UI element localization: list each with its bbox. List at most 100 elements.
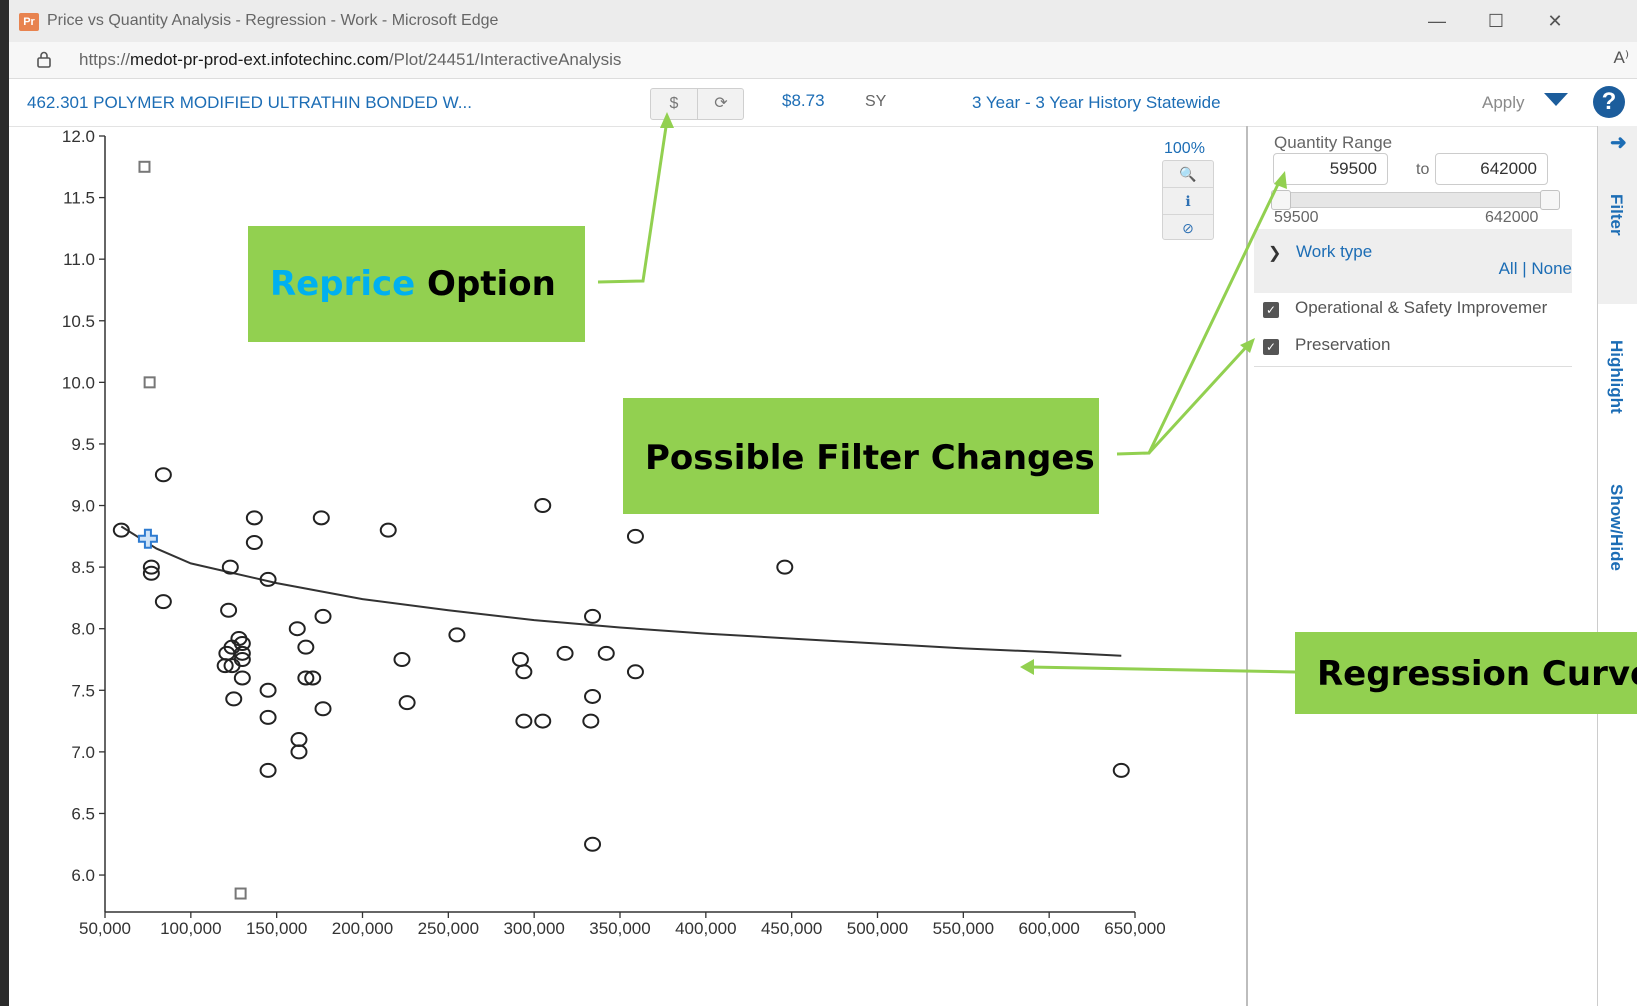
x-tick-label: 100,000 — [160, 919, 221, 938]
address-bar[interactable]: https://medot-pr-prod-ext.infotechinc.co… — [9, 42, 1637, 79]
reprice-callout: Reprice Option — [248, 226, 585, 342]
tab-highlight[interactable]: Highlight — [1606, 340, 1626, 414]
data-point[interactable] — [1112, 762, 1130, 778]
reset-icon[interactable]: ⊘ — [1163, 215, 1213, 241]
help-icon[interactable]: ? — [1593, 86, 1625, 118]
arrow-right-icon[interactable]: ➜ — [1610, 130, 1627, 155]
option-word: Option — [415, 264, 556, 304]
data-point[interactable] — [220, 602, 238, 618]
chart-svg: 6.0 6.5 7.0 7.5 8.0 8.5 9.0 9.5 10.0 10.5 11.0 11.5… — [62, 127, 1166, 938]
data-point[interactable] — [584, 836, 602, 852]
data-point[interactable] — [534, 498, 552, 514]
tab-filter[interactable]: Filter — [1606, 194, 1626, 236]
data-point[interactable] — [626, 528, 644, 544]
close-button[interactable]: ✕ — [1540, 10, 1570, 32]
data-point[interactable] — [290, 732, 308, 748]
current-price-marker[interactable] — [137, 528, 158, 549]
data-point[interactable] — [225, 691, 243, 707]
data-point[interactable] — [297, 639, 315, 655]
slider-max-handle[interactable] — [1540, 190, 1560, 210]
y-tick-label: 11.0 — [63, 250, 95, 269]
history-link[interactable]: 3 Year - 3 Year History Statewide — [972, 93, 1221, 113]
data-point[interactable] — [312, 510, 330, 526]
x-tick-label: 450,000 — [761, 919, 822, 938]
reprice-word: Reprice — [270, 264, 416, 304]
data-point[interactable] — [233, 670, 251, 686]
data-point[interactable] — [393, 651, 411, 667]
unit-label: SY — [865, 93, 887, 110]
maximize-button[interactable]: ☐ — [1481, 10, 1511, 32]
data-point[interactable] — [582, 713, 600, 729]
x-tick-label: 50,000 — [79, 919, 131, 938]
x-tick-label: 550,000 — [933, 919, 994, 938]
lock-icon[interactable] — [35, 50, 53, 68]
zoom-icon[interactable]: 🔍 — [1163, 161, 1213, 188]
panel-divider[interactable] — [1246, 126, 1248, 1006]
reprice-button[interactable]: $ — [651, 89, 697, 119]
chevron-down-icon[interactable]: ❯ — [1268, 243, 1281, 263]
data-point[interactable] — [259, 709, 277, 725]
price-link[interactable]: $8.73 — [782, 91, 825, 111]
outlier-point[interactable] — [234, 887, 247, 900]
tab-show-hide[interactable]: Show/Hide — [1606, 484, 1626, 571]
quantity-min-input[interactable] — [1273, 153, 1388, 185]
info-icon[interactable]: ℹ — [1163, 188, 1213, 215]
x-tick-label: 400,000 — [675, 919, 736, 938]
checkbox-icon[interactable]: ✓ — [1263, 339, 1279, 355]
data-point[interactable] — [511, 651, 529, 667]
outlier-point[interactable] — [143, 376, 156, 389]
x-tick-label: 300,000 — [503, 919, 564, 938]
data-point[interactable] — [776, 559, 794, 575]
data-point[interactable] — [154, 467, 172, 483]
work-type-option[interactable]: ✓ Preservation — [1263, 335, 1583, 363]
quantity-max-input[interactable] — [1435, 153, 1548, 185]
data-point[interactable] — [448, 627, 466, 643]
zoom-controls: 🔍 ℹ ⊘ — [1162, 160, 1214, 240]
data-point[interactable] — [626, 664, 644, 680]
data-point[interactable] — [379, 522, 397, 538]
minimize-button[interactable]: — — [1422, 10, 1452, 32]
data-point[interactable] — [245, 510, 263, 526]
read-aloud-icon[interactable]: A⁾ — [1613, 48, 1629, 68]
dropdown-caret-icon[interactable] — [1544, 93, 1568, 106]
data-point[interactable] — [314, 701, 332, 717]
apply-button[interactable]: Apply — [1482, 93, 1525, 113]
title-bar: Pr Price vs Quantity Analysis - Regressi… — [9, 0, 1637, 42]
outlier-point[interactable] — [138, 160, 151, 173]
data-point[interactable] — [534, 713, 552, 729]
data-point[interactable] — [245, 534, 263, 550]
data-point[interactable] — [584, 608, 602, 624]
data-point[interactable] — [556, 645, 574, 661]
item-name-link[interactable]: 462.301 POLYMER MODIFIED ULTRATHIN BONDE… — [27, 93, 472, 113]
data-point[interactable] — [597, 645, 615, 661]
data-point[interactable] — [515, 664, 533, 680]
work-type-option[interactable]: ✓ Operational & Safety Improvemer — [1263, 298, 1583, 326]
data-point[interactable] — [154, 594, 172, 610]
slider-max-label: 642000 — [1485, 209, 1539, 226]
work-type-section[interactable]: ❯ Work type All | None — [1254, 229, 1572, 293]
side-tabs: ➜ Filter Highlight Show/Hide — [1597, 126, 1637, 1006]
data-point[interactable] — [584, 688, 602, 704]
data-point[interactable] — [288, 621, 306, 637]
y-tick-label: 7.5 — [71, 681, 95, 700]
checkbox-icon[interactable]: ✓ — [1263, 302, 1279, 318]
url-domain: medot-pr-prod-ext.infotechinc.com — [130, 50, 389, 69]
data-point[interactable] — [259, 762, 277, 778]
url-text[interactable]: https://medot-pr-prod-ext.infotechinc.co… — [79, 50, 621, 70]
slider-min-handle[interactable] — [1271, 190, 1291, 210]
x-tick-label: 200,000 — [332, 919, 393, 938]
all-none-links[interactable]: All | None — [1499, 259, 1572, 279]
data-point[interactable] — [398, 695, 416, 711]
regression-curve — [120, 525, 1122, 657]
data-point[interactable] — [259, 682, 277, 698]
refresh-button[interactable]: ⟳ — [697, 89, 744, 119]
data-point[interactable] — [515, 713, 533, 729]
data-point[interactable] — [314, 608, 332, 624]
window-title: Price vs Quantity Analysis - Regression … — [47, 12, 499, 29]
scatter-chart: 6.0 6.5 7.0 7.5 8.0 8.5 9.0 9.5 10.0 10.5 11.0 11.5… — [9, 126, 1244, 1006]
quantity-slider[interactable] — [1271, 190, 1560, 210]
data-point[interactable] — [290, 744, 308, 760]
work-type-label[interactable]: Work type — [1296, 242, 1372, 262]
zoom-level: 100% — [1164, 140, 1205, 157]
x-tick-label: 150,000 — [246, 919, 307, 938]
